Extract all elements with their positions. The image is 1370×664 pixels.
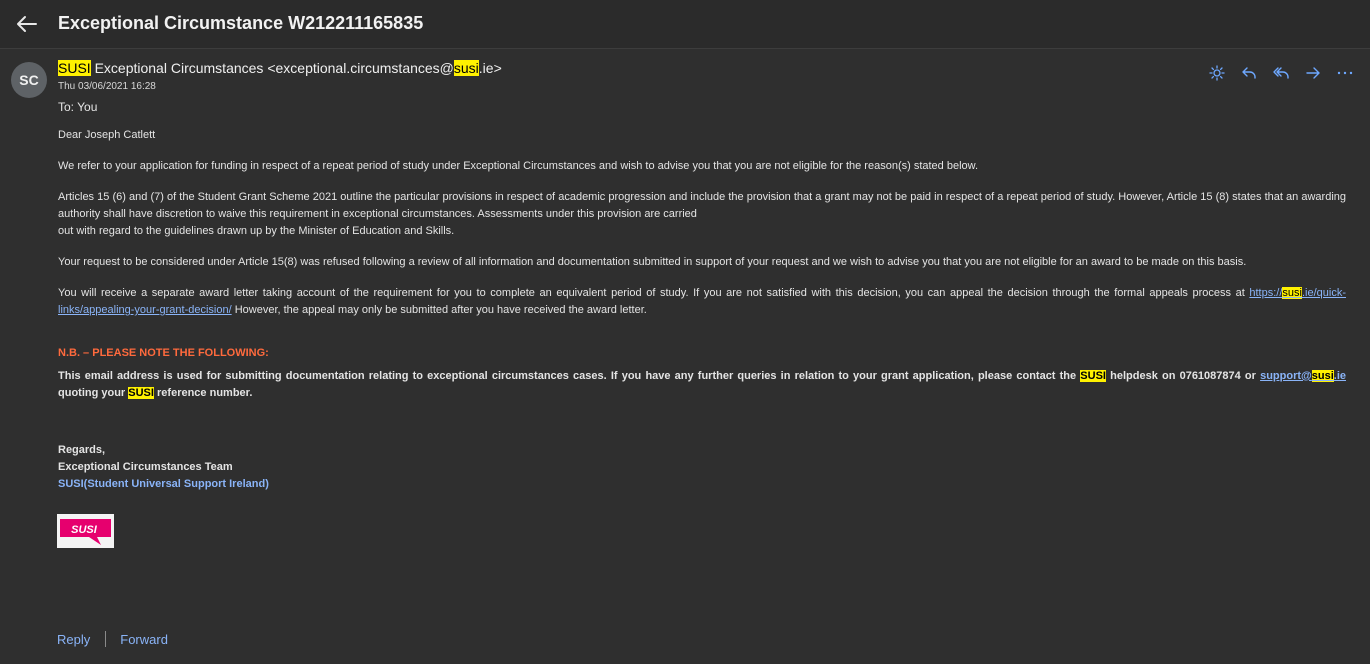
search-highlight: SUSI (58, 60, 91, 76)
more-icon[interactable] (1334, 64, 1356, 82)
greeting: Dear Joseph Catlett (58, 129, 156, 141)
paragraph-4: You will receive a separate award letter… (58, 285, 1346, 319)
paragraph-4-after: However, the appeal may only be submitte… (231, 304, 647, 316)
nb-heading: N.B. – PLEASE NOTE THE FOLLOWING: (58, 347, 269, 359)
search-highlight: susi (1282, 287, 1302, 299)
paragraph-3: Your request to be considered under Arti… (58, 256, 1247, 268)
search-highlight: SUSI (128, 387, 154, 399)
support-link-start: support@ (1260, 370, 1312, 382)
nb-text: helpdesk on 0761087874 or (1105, 370, 1261, 382)
search-highlight: susi (453, 60, 479, 76)
appeal-link-start: https:// (1249, 287, 1283, 299)
search-highlight: SUSI (1080, 370, 1106, 382)
message-header: Exceptional Circumstance W212211165835 (0, 0, 1370, 49)
sender-name: Exceptional Circumstances <exceptional.c… (90, 60, 454, 76)
divider (105, 631, 107, 647)
paragraph-2-main: Articles 15 (6) and (7) of the Student G… (58, 191, 1346, 220)
paragraph-4-text: You will receive a separate award letter… (58, 287, 1250, 299)
signature-team: Exceptional Circumstances Team (58, 461, 233, 473)
logo-text: SUSI (71, 524, 98, 536)
sender-line[interactable]: SUSI Exceptional Circumstances <exceptio… (58, 60, 502, 76)
nb-text: reference number. (153, 387, 253, 399)
support-link-end: .ie (1333, 370, 1346, 382)
message-actions (1206, 64, 1356, 82)
recipient-line[interactable]: To: You (58, 100, 97, 114)
nb-paragraph: This email address is used for submittin… (58, 368, 1346, 402)
back-arrow-icon[interactable] (12, 11, 40, 37)
susi-logo: SUSI (57, 514, 114, 548)
reply-all-icon[interactable] (1270, 64, 1292, 82)
brightness-icon[interactable] (1206, 64, 1228, 82)
paragraph-2-end: out with regard to the guidelines drawn … (58, 225, 455, 237)
support-email-link[interactable]: support@susi.ie (1260, 370, 1346, 382)
signature-org: SUSI(Student Universal Support Ireland) (58, 478, 269, 490)
forward-button[interactable]: Forward (120, 632, 168, 647)
reply-icon[interactable] (1238, 64, 1260, 82)
sent-date: Thu 03/06/2021 16:28 (58, 81, 156, 92)
paragraph-1: We refer to your application for funding… (58, 160, 979, 172)
nb-text: quoting your (58, 387, 129, 399)
search-highlight: susi (1311, 370, 1334, 382)
forward-icon[interactable] (1302, 64, 1324, 82)
signoff: Regards, (58, 444, 106, 456)
nb-text: This email address is used for submittin… (58, 370, 1081, 382)
paragraph-2: Articles 15 (6) and (7) of the Student G… (58, 189, 1346, 240)
avatar[interactable]: SC (11, 62, 47, 98)
email-subject: Exceptional Circumstance W212211165835 (58, 13, 424, 33)
footer-actions: Reply Forward (57, 631, 168, 647)
email-body: Dear Joseph Catlett We refer to your app… (58, 127, 1346, 493)
reply-button[interactable]: Reply (57, 632, 90, 647)
sender-email-end: .ie> (478, 60, 502, 76)
